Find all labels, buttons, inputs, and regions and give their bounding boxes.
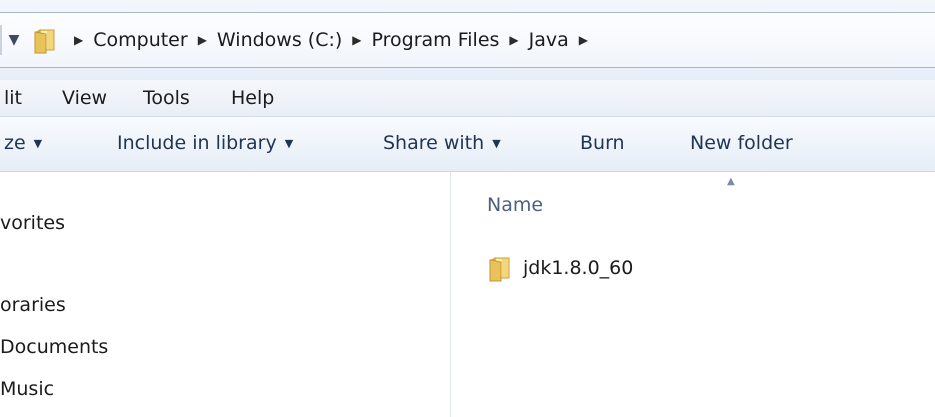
- navigation-pane[interactable]: vorites oraries Documents Music: [0, 172, 451, 417]
- new-folder-button[interactable]: New folder: [690, 132, 793, 154]
- breadcrumb-item-computer[interactable]: Computer ▶: [93, 29, 217, 51]
- chevron-right-icon[interactable]: ▶: [509, 33, 518, 47]
- recent-locations-button[interactable]: ▼: [0, 13, 28, 67]
- command-bar: ze ▼ Include in library ▼ Share with ▼ Burn…: [0, 117, 935, 172]
- chevron-down-icon[interactable]: ▼: [492, 137, 500, 150]
- address-bar[interactable]: ▼ ▶ Computer ▶ Windows (C:) ▶ Program Fi…: [0, 12, 935, 68]
- breadcrumb-label[interactable]: Program Files: [372, 29, 500, 51]
- folder-icon: [487, 254, 513, 282]
- chevron-right-icon[interactable]: ▶: [74, 33, 83, 47]
- chevron-down-icon[interactable]: ▼: [285, 137, 293, 150]
- breadcrumb-item-java[interactable]: Java ▶: [529, 29, 598, 51]
- menu-edit[interactable]: lit: [4, 87, 22, 109]
- nav-item-documents[interactable]: Documents: [0, 336, 108, 358]
- nav-item-libraries[interactable]: oraries: [0, 294, 66, 316]
- menu-bar: lit View Tools Help: [0, 80, 935, 117]
- nav-item-favorites[interactable]: vorites: [0, 212, 65, 234]
- chevron-right-icon[interactable]: ▶: [579, 33, 588, 47]
- include-in-library-button[interactable]: Include in library ▼: [117, 132, 293, 154]
- share-with-label[interactable]: Share with: [383, 132, 484, 154]
- chevron-down-icon: ▼: [8, 32, 20, 48]
- organize-label[interactable]: ze: [4, 132, 26, 154]
- share-with-button[interactable]: Share with ▼: [383, 132, 501, 154]
- sort-ascending-icon: ▲: [727, 176, 735, 187]
- chevron-down-icon[interactable]: ▼: [34, 137, 42, 150]
- file-list: ▲ Name jdk1.8.0_60: [451, 172, 935, 417]
- address-bar-band: ▼ ▶ Computer ▶ Windows (C:) ▶ Program Fi…: [0, 0, 935, 80]
- file-name[interactable]: jdk1.8.0_60: [523, 257, 633, 279]
- include-in-library-label[interactable]: Include in library: [117, 132, 277, 154]
- column-header-name[interactable]: Name: [487, 194, 543, 216]
- chevron-right-icon[interactable]: ▶: [352, 33, 361, 47]
- menu-view[interactable]: View: [62, 87, 107, 109]
- breadcrumb-item-windows-c[interactable]: Windows (C:) ▶: [217, 29, 372, 51]
- menu-help[interactable]: Help: [231, 87, 274, 109]
- breadcrumb: ▼ ▶ Computer ▶ Windows (C:) ▶ Program Fi…: [0, 13, 598, 67]
- burn-button[interactable]: Burn: [580, 132, 625, 154]
- separator: [0, 25, 2, 55]
- organize-button[interactable]: ze ▼: [4, 132, 42, 154]
- menu-tools[interactable]: Tools: [143, 87, 190, 109]
- breadcrumb-item-root[interactable]: ▶: [64, 33, 93, 47]
- list-item[interactable]: jdk1.8.0_60: [487, 254, 633, 282]
- breadcrumb-label[interactable]: Java: [529, 29, 569, 51]
- breadcrumb-label[interactable]: Windows (C:): [217, 29, 342, 51]
- nav-item-music[interactable]: Music: [0, 378, 54, 400]
- breadcrumb-label[interactable]: Computer: [93, 29, 187, 51]
- breadcrumb-item-program-files[interactable]: Program Files ▶: [372, 29, 529, 51]
- folder-icon: [32, 26, 58, 54]
- chevron-right-icon[interactable]: ▶: [198, 33, 207, 47]
